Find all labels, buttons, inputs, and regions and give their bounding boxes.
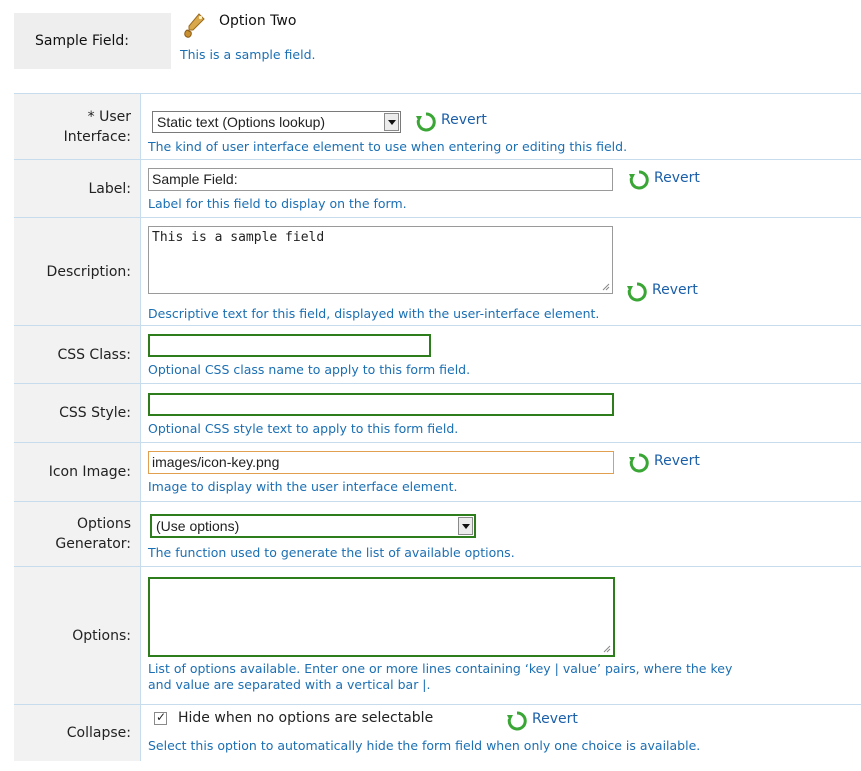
row-options: Options: List of options available. Ente… (14, 566, 861, 704)
required-marker: * (87, 108, 95, 125)
revert-icon (627, 282, 647, 302)
row-collapse: Collapse: Hide when no options are selec… (14, 704, 861, 761)
preview-selected-value: Option Two (219, 13, 297, 29)
key-icon (184, 13, 205, 38)
css-style-input[interactable] (148, 393, 614, 416)
help-text: The kind of user interface element to us… (148, 139, 628, 154)
help-text: Optional CSS style text to apply to this… (148, 421, 459, 436)
label-line2: Interface: (63, 128, 131, 145)
select-value: (Use options) (156, 518, 240, 534)
row-label-text: Icon Image: (48, 464, 131, 480)
label-line2: Generator: (55, 536, 131, 552)
label-input[interactable]: Sample Field: (148, 168, 613, 191)
row-user-interface: * User Interface: Static text (Options l… (14, 93, 861, 159)
preview-label-box: Sample Field: (14, 13, 171, 69)
help-text: Select this option to automatically hide… (148, 738, 701, 753)
css-class-input[interactable] (148, 334, 431, 357)
label-line1: Options (76, 516, 131, 532)
row-label-text: Options: (72, 627, 131, 644)
user-interface-select[interactable]: Static text (Options lookup) (152, 111, 401, 133)
revert-label: Revert (654, 170, 700, 186)
revert-label: Revert (441, 112, 487, 128)
label-line1: User (99, 108, 131, 125)
input-value: Sample Field: (152, 171, 238, 187)
options-generator-select[interactable]: (Use options) (150, 514, 476, 538)
row-label-text: Description: (46, 263, 131, 280)
preview-field-label: Sample Field: (35, 33, 129, 49)
row-label-text: Label: (88, 180, 132, 197)
help-text: List of options available. Enter one or … (148, 661, 732, 693)
row-label-text: CSS Class: (57, 346, 131, 363)
row-label: * User Interface: (14, 94, 141, 159)
row-css-style: CSS Style: Optional CSS style text to ap… (14, 383, 861, 442)
help-text: The function used to generate the list o… (148, 545, 515, 560)
revert-label: Revert (654, 453, 700, 469)
row-label-field: Label: Sample Field: Revert Label for th… (14, 159, 861, 217)
field-properties-form: * User Interface: Static text (Options l… (14, 93, 861, 761)
row-label-text: CSS Style: (59, 405, 131, 421)
help-line1: List of options available. Enter one or … (148, 661, 733, 676)
textarea-value: This is a sample field (152, 230, 325, 245)
description-textarea[interactable]: This is a sample field (148, 226, 613, 294)
dropdown-arrow-icon[interactable] (384, 113, 399, 131)
resize-grip-icon[interactable] (602, 283, 610, 291)
row-icon-image: Icon Image: images/icon-key.png Revert I… (14, 442, 861, 501)
collapse-checkbox[interactable] (154, 710, 167, 725)
row-description: Description: This is a sample field Reve… (14, 217, 861, 325)
icon-image-input[interactable]: images/icon-key.png (148, 451, 614, 474)
help-text: Descriptive text for this field, display… (148, 306, 600, 321)
revert-label: Revert (532, 711, 578, 727)
revert-label: Revert (652, 282, 698, 298)
row-options-generator: Options Generator: (Use options) The fun… (14, 501, 861, 566)
checkbox-label[interactable]: Hide when no options are selectable (178, 710, 433, 726)
dropdown-arrow-icon[interactable] (458, 517, 473, 535)
revert-icon (629, 170, 649, 190)
options-textarea[interactable] (148, 577, 615, 657)
revert-icon (507, 711, 527, 731)
select-value: Static text (Options lookup) (157, 114, 326, 130)
resize-grip-icon[interactable] (603, 645, 611, 653)
help-text: Optional CSS class name to apply to this… (148, 362, 471, 377)
preview-description: This is a sample field. (180, 47, 316, 62)
row-css-class: CSS Class: Optional CSS class name to ap… (14, 325, 861, 383)
help-text: Label for this field to display on the f… (148, 196, 407, 211)
revert-icon (416, 112, 436, 132)
row-label-text: Collapse: (66, 725, 131, 741)
help-text: Image to display with the user interface… (148, 479, 458, 494)
revert-icon (629, 453, 649, 473)
help-line2: and value are separated with a vertical … (148, 677, 431, 692)
input-value: images/icon-key.png (152, 454, 280, 470)
